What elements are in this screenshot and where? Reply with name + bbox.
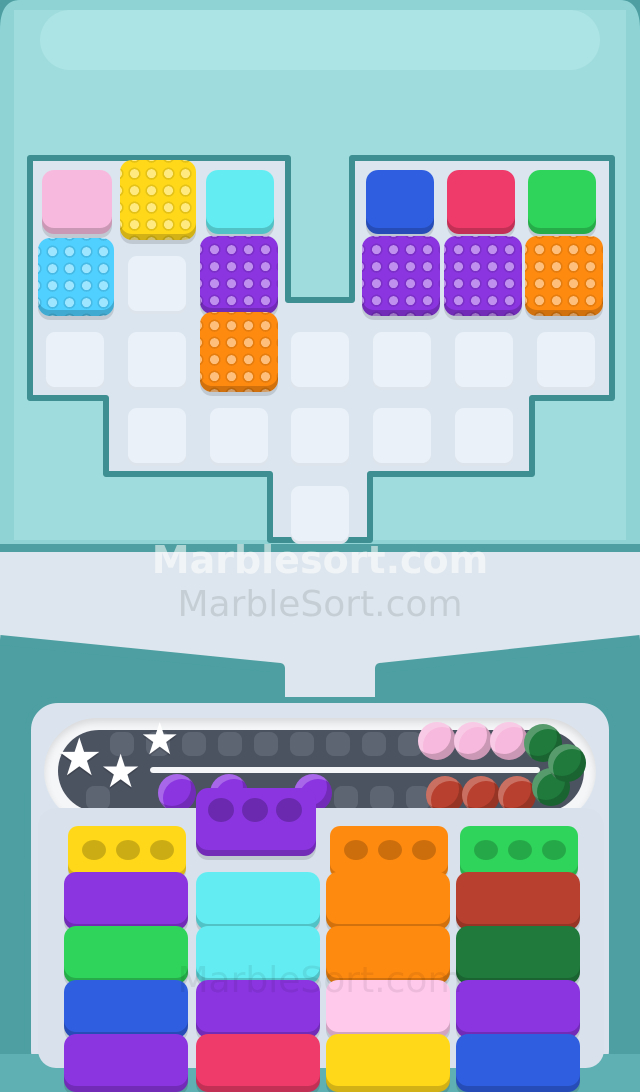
cup-hole (474, 840, 498, 860)
block-orange[interactable] (200, 312, 278, 392)
grid-cell[interactable] (46, 332, 104, 390)
active-block-hole (208, 798, 234, 822)
block-purple[interactable] (362, 236, 440, 316)
star-icon: ★ (140, 714, 180, 765)
grid-cell[interactable] (373, 332, 431, 390)
active-block-hole (242, 798, 268, 822)
block-purple[interactable] (444, 236, 522, 316)
marble-pink (454, 722, 492, 760)
column-segment-yellow (326, 1034, 450, 1092)
active-block-hole (276, 798, 302, 822)
grid-cell[interactable] (128, 332, 186, 390)
grid-cell[interactable] (373, 408, 431, 466)
grid-cell[interactable] (210, 408, 268, 466)
marble-pink (490, 722, 528, 760)
column-cup-orange[interactable] (330, 826, 448, 878)
cup-hole (150, 840, 174, 860)
watermark-secondary: MarbleSort.com (177, 584, 463, 625)
column-cup-green[interactable] (460, 826, 578, 878)
grid-cell[interactable] (455, 332, 513, 390)
block-yellow[interactable] (120, 160, 196, 240)
marble-purple (158, 774, 196, 812)
column-segment-cyan (196, 872, 320, 930)
block-light_blue[interactable] (38, 238, 114, 316)
block-purple[interactable] (200, 236, 278, 314)
track-slot (370, 786, 394, 810)
track-slot (362, 732, 386, 756)
block-cyan[interactable] (206, 170, 274, 234)
column-segment-purple (64, 1034, 188, 1092)
marble-dark_green (548, 744, 586, 782)
star-icon: ★ (56, 728, 103, 788)
grid-cell[interactable] (291, 486, 349, 544)
watermark-bottom: MarbleSort.com (177, 960, 463, 1001)
grid-cell[interactable] (291, 332, 349, 390)
block-green[interactable] (528, 170, 596, 234)
cup-hole (412, 840, 436, 860)
grid-cell[interactable] (128, 408, 186, 466)
column-segment-red (196, 1034, 320, 1092)
cup-hole (82, 840, 106, 860)
track-slot (182, 732, 206, 756)
star-icon: ★ (100, 744, 142, 798)
track-slot (326, 732, 350, 756)
block-orange[interactable] (525, 236, 603, 316)
cup-hole (378, 840, 402, 860)
cup-hole (508, 840, 532, 860)
grid-cell[interactable] (537, 332, 595, 390)
track-slot (254, 732, 278, 756)
column-segment-blue (456, 1034, 580, 1092)
column-segment-dark_red (456, 872, 580, 930)
track-slot (334, 786, 358, 810)
cup-hole (542, 840, 566, 860)
track-slot (218, 732, 242, 756)
grid-cell[interactable] (128, 256, 186, 314)
cup-hole (344, 840, 368, 860)
column-segment-purple (64, 872, 188, 930)
block-pink[interactable] (42, 170, 112, 234)
watermark-primary: Marblesort.com (151, 538, 489, 582)
grid-cell[interactable] (291, 408, 349, 466)
marble-pink (418, 722, 456, 760)
active-block[interactable] (196, 788, 316, 856)
track-slot (290, 732, 314, 756)
cup-hole (116, 840, 140, 860)
block-red[interactable] (447, 170, 515, 234)
track-divider (150, 767, 540, 773)
grid-cell[interactable] (455, 408, 513, 466)
column-segment-orange (326, 872, 450, 930)
block-blue[interactable] (366, 170, 434, 234)
column-cup-yellow[interactable] (68, 826, 186, 878)
